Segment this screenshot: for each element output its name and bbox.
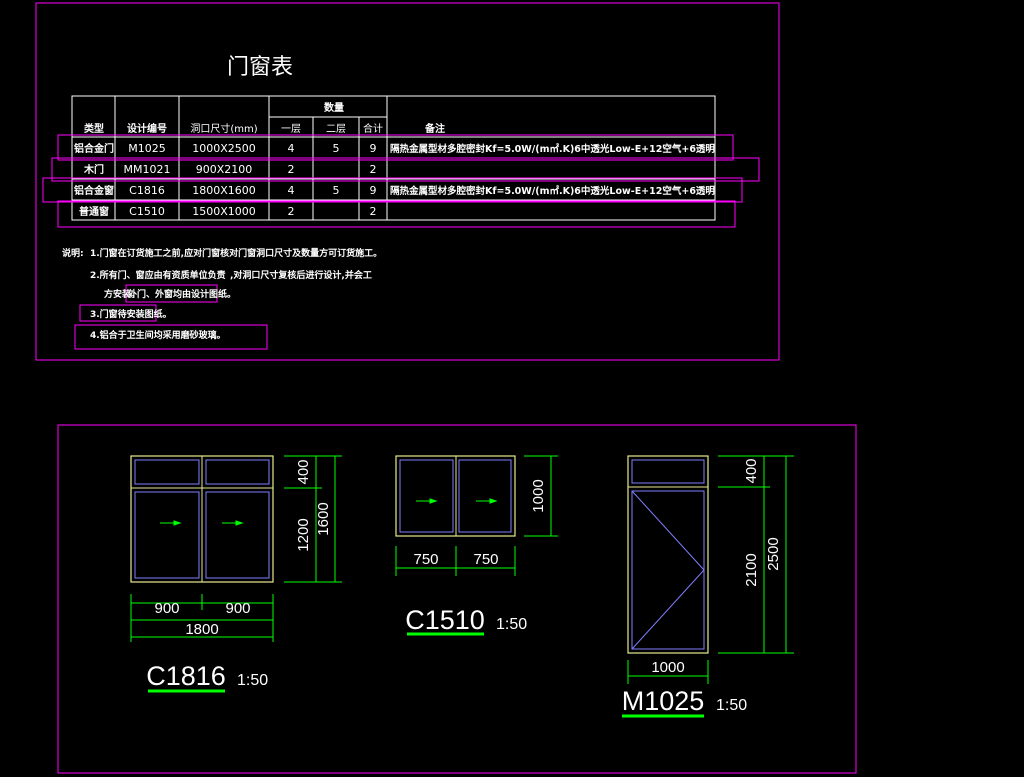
- row-f2: 5: [333, 184, 340, 197]
- header-qty: 数量: [324, 101, 344, 114]
- row-total: 2: [370, 205, 377, 218]
- row-size: 1500X1000: [192, 205, 256, 218]
- row-note: 隔热金属型材多腔密封Kf=5.0W/(m㎡.K)6中透光Low-E+12空气+6…: [390, 143, 715, 155]
- table-row: 普通窗 C1510 1500X1000 2 2: [79, 205, 377, 218]
- header-f2: 二层: [326, 123, 346, 135]
- notes-label: 说明:: [62, 247, 84, 259]
- header-code: 设计编号: [127, 122, 167, 135]
- label-c1816: C1816: [146, 661, 226, 691]
- label-m1025: M1025: [622, 686, 705, 716]
- dim-c1816-top: 400: [295, 459, 312, 484]
- row-code: M1025: [128, 142, 166, 155]
- row-code: C1816: [129, 184, 165, 197]
- door-frame: [627, 455, 709, 654]
- row-total: 9: [370, 142, 377, 155]
- row-type: 铝合金窗: [74, 184, 114, 197]
- row-type: 木门: [83, 163, 104, 176]
- row-type: 普通窗: [79, 205, 109, 218]
- scale-m1025: 1:50: [716, 697, 747, 714]
- notes: 说明: 1.门窗在订货施工之前,应对门窗核对门窗洞口尺寸及数量方可订货施工。 2…: [62, 247, 382, 341]
- elevation-c1510: 1000 750 750 C1510 1:50: [395, 455, 558, 636]
- table-header: 类型 设计编号 洞口尺寸(mm) 数量 一层 二层 合计 备注: [84, 101, 445, 135]
- row-f1: 4: [288, 142, 295, 155]
- label-c1510: C1510: [405, 605, 485, 635]
- dim-m1025-w: 1000: [651, 659, 684, 676]
- note-4: 4.铝合于卫生间均采用磨砂玻璃。: [90, 329, 226, 341]
- arrow-icon: [160, 520, 244, 526]
- door-swing-icon: [631, 490, 705, 650]
- row-size: 900X2100: [196, 163, 253, 176]
- header-size: 洞口尺寸(mm): [190, 122, 257, 135]
- note-1: 1.门窗在订货施工之前,应对门窗核对门窗洞口尺寸及数量方可订货施工。: [90, 247, 382, 259]
- scale-c1816: 1:50: [237, 672, 268, 689]
- row-size: 1800X1600: [192, 184, 256, 197]
- row-f1: 4: [288, 184, 295, 197]
- row-total: 2: [370, 163, 377, 176]
- elevation-c1816: 400 1200 1600 900 900 1800 C1816 1:50: [130, 455, 342, 693]
- row-size: 1000X2500: [192, 142, 256, 155]
- dim-m1025-bottom: 2100: [743, 553, 760, 586]
- cad-drawing: 门窗表 类型 设计编号 洞口尺寸(mm) 数量 一层 二层 合计 备注 铝合金门…: [35, 2, 857, 774]
- elevation-frame: [57, 424, 857, 774]
- schedule-title: 门窗表: [227, 55, 293, 80]
- row-total: 9: [370, 184, 377, 197]
- row-note: 隔热金属型材多腔密封Kf=5.0W/(m㎡.K)6中透光Low-E+12空气+6…: [390, 185, 715, 197]
- elevation-m1025: 400 2100 2500 1000 M1025 1:50: [622, 455, 794, 718]
- row-f1: 2: [288, 163, 295, 176]
- table-row: 木门 MM1021 900X2100 2 2: [83, 163, 377, 176]
- row-code: MM1021: [124, 163, 171, 176]
- header-f1: 一层: [281, 123, 301, 135]
- dim-m1025-top: 400: [743, 458, 760, 483]
- note-2b: ,对洞口尺寸复核后进行设计,并会工: [230, 269, 372, 281]
- note-3: 3.门窗待安装图纸。: [90, 308, 172, 320]
- scale-c1510: 1:50: [496, 616, 527, 633]
- dim-m1025-total-h: 2500: [765, 537, 782, 570]
- header-type: 类型: [84, 122, 104, 135]
- header-note: 备注: [424, 122, 445, 135]
- dim-c1816-total-h: 1600: [315, 502, 332, 535]
- dim-c1816-bottom: 1200: [295, 518, 312, 551]
- header-total: 合计: [363, 122, 383, 135]
- dim-c1816-total-w: 1800: [185, 621, 218, 638]
- dim-c1510-h: 1000: [530, 479, 547, 512]
- table-row: 铝合金门 M1025 1000X2500 4 5 9 隔热金属型材多腔密封Kf=…: [74, 142, 715, 155]
- table-row: 铝合金窗 C1816 1800X1600 4 5 9 隔热金属型材多腔密封Kf=…: [74, 184, 715, 197]
- row-type: 铝合金门: [74, 142, 114, 155]
- row-code: C1510: [129, 205, 165, 218]
- dim-c1816-w1: 900: [154, 600, 179, 617]
- dim-c1816-w2: 900: [225, 600, 250, 617]
- note-2d: 外门、外窗均由设计图纸。: [127, 288, 236, 300]
- dim-c1510-w1: 750: [413, 551, 438, 568]
- row-f2: 5: [333, 142, 340, 155]
- dim-c1510-w2: 750: [473, 551, 498, 568]
- note-2a: 2.所有门、窗应由有资质单位负责: [90, 269, 226, 281]
- row-f1: 2: [288, 205, 295, 218]
